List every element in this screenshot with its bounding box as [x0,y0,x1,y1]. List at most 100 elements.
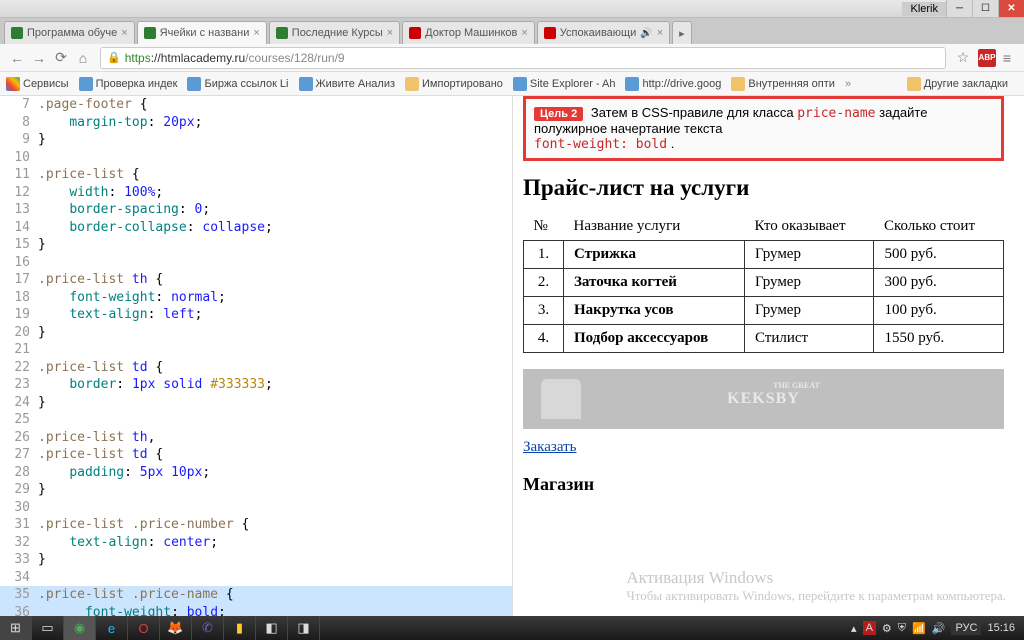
bookmark-item[interactable]: Живите Анализ [299,77,396,91]
taskbar-ie[interactable]: e [96,616,128,640]
tray-icon-2[interactable]: ⛨ [898,622,906,635]
favicon [144,27,156,39]
code-line[interactable]: 34 [0,569,512,587]
goal-dot: . [671,136,675,151]
code-line[interactable]: 22.price-list td { [0,359,512,377]
code-line[interactable]: 31.price-list .price-number { [0,516,512,534]
line-number: 12 [0,184,38,202]
bookmark-item[interactable]: http://drive.goog [625,77,721,91]
taskbar-app2[interactable]: ◨ [288,616,320,640]
code-line[interactable]: 17.price-list th { [0,271,512,289]
browser-tab[interactable]: Ячейки с названи× [137,21,267,44]
taskbar-explorer[interactable]: ▮ [224,616,256,640]
forward-button[interactable]: → [28,47,50,69]
user-label: Klerik [902,2,946,16]
page-content: 7.page-footer {8 margin-top: 20px;9}1011… [0,96,1024,616]
start-button[interactable]: ⊞ [0,616,32,640]
bookmark-item[interactable]: Импортировано [405,77,503,91]
code-editor[interactable]: 7.page-footer {8 margin-top: 20px;9}1011… [0,96,512,616]
order-link[interactable]: Заказать [523,439,576,456]
tab-close-icon[interactable]: × [521,27,527,39]
bookmark-item[interactable]: Сервисы [6,77,69,91]
line-number: 21 [0,341,38,359]
taskbar-app1[interactable]: ◧ [256,616,288,640]
tab-close-icon[interactable]: × [253,27,259,39]
tab-close-icon[interactable]: × [387,27,393,39]
window-maximize-button[interactable]: ☐ [972,0,998,17]
browser-tab[interactable]: Программа обуче× [4,21,135,44]
tray-volume-icon[interactable]: 🔊 [932,622,946,635]
code-line[interactable]: 12 width: 100%; [0,184,512,202]
code-line[interactable]: 18 font-weight: normal; [0,289,512,307]
code-line[interactable]: 32 text-align: center; [0,534,512,552]
code-line[interactable]: 10 [0,149,512,167]
bookmark-item[interactable]: Проверка индек [79,77,178,91]
tray-clock[interactable]: 15:16 [987,622,1015,634]
table-header: № [524,213,564,241]
tab-close-icon[interactable]: × [657,27,663,39]
code-line[interactable]: 36 font-weight: bold; [0,604,512,617]
taskbar-viber[interactable]: ✆ [192,616,224,640]
tray-network-icon[interactable]: 📶 [912,622,926,635]
code-line[interactable]: 8 margin-top: 20px; [0,114,512,132]
preview-pane: Цель 2 Затем в CSS-правиле для класса pr… [512,96,1024,616]
back-button[interactable]: ← [6,47,28,69]
code-line[interactable]: 35.price-list .price-name { [0,586,512,604]
tray-adobe-icon[interactable]: A [863,621,876,635]
bookmark-star-icon[interactable]: ☆ [952,47,974,69]
system-tray[interactable]: ▴ A ⚙ ⛨ 📶 🔊 РУС 15:16 [848,621,1024,635]
taskbar-firefox[interactable]: 🦊 [160,616,192,640]
line-number: 7 [0,96,38,114]
code-line[interactable]: 14 border-collapse: collapse; [0,219,512,237]
new-tab-button[interactable]: ▸ [672,21,692,44]
browser-tab[interactable]: Последние Курсы× [269,21,400,44]
code-line[interactable]: 15} [0,236,512,254]
code-line[interactable]: 29} [0,481,512,499]
taskview-button[interactable]: ▭ [32,616,64,640]
menu-button[interactable]: ≡ [996,47,1018,69]
code-line[interactable]: 16 [0,254,512,272]
tab-close-icon[interactable]: × [121,27,127,39]
adblock-icon[interactable]: ABP [978,49,996,67]
code-line[interactable]: 27.price-list td { [0,446,512,464]
browser-tab[interactable]: Доктор Машинков × [402,21,535,44]
window-minimize-button[interactable]: ─ [946,0,972,17]
url-input[interactable]: 🔒 https://htmlacademy.ru/courses/128/run… [100,47,946,69]
browser-tab[interactable]: Успокаивающи🔊× [537,21,670,44]
bookmark-item[interactable]: Биржа ссылок Li [187,77,288,91]
goal-box: Цель 2 Затем в CSS-правиле для класса pr… [523,96,1004,161]
tray-icon-1[interactable]: ⚙ [882,622,892,635]
code-line[interactable]: 33} [0,551,512,569]
line-number: 31 [0,516,38,534]
code-line[interactable]: 9} [0,131,512,149]
table-row: 3.Накрутка усовГрумер100 руб. [524,297,1004,325]
tray-language[interactable]: РУС [951,621,981,635]
line-number: 13 [0,201,38,219]
taskbar-opera[interactable]: O [128,616,160,640]
code-line[interactable]: 19 text-align: left; [0,306,512,324]
line-number: 26 [0,429,38,447]
bookmark-item[interactable]: Site Explorer - Ah [513,77,616,91]
line-number: 10 [0,149,38,167]
code-line[interactable]: 26.price-list th, [0,429,512,447]
code-line[interactable]: 21 [0,341,512,359]
code-line[interactable]: 23 border: 1px solid #333333; [0,376,512,394]
line-number: 11 [0,166,38,184]
code-line[interactable]: 7.page-footer { [0,96,512,114]
reload-button[interactable]: ⟳ [50,47,72,69]
tray-up-icon[interactable]: ▴ [851,622,857,635]
code-line[interactable]: 11.price-list { [0,166,512,184]
bookmark-item[interactable]: Внутренняя опти [731,77,835,91]
tab-label: Доктор Машинков [425,27,517,39]
code-line[interactable]: 25 [0,411,512,429]
code-line[interactable]: 24} [0,394,512,412]
other-bookmarks[interactable]: Другие закладки [907,77,1008,91]
bookmarks-overflow[interactable]: » [845,78,851,90]
home-button[interactable]: ⌂ [72,47,94,69]
code-line[interactable]: 13 border-spacing: 0; [0,201,512,219]
taskbar-chrome[interactable]: ◉ [64,616,96,640]
code-line[interactable]: 30 [0,499,512,517]
window-close-button[interactable]: ✕ [998,0,1024,17]
code-line[interactable]: 20} [0,324,512,342]
code-line[interactable]: 28 padding: 5px 10px; [0,464,512,482]
